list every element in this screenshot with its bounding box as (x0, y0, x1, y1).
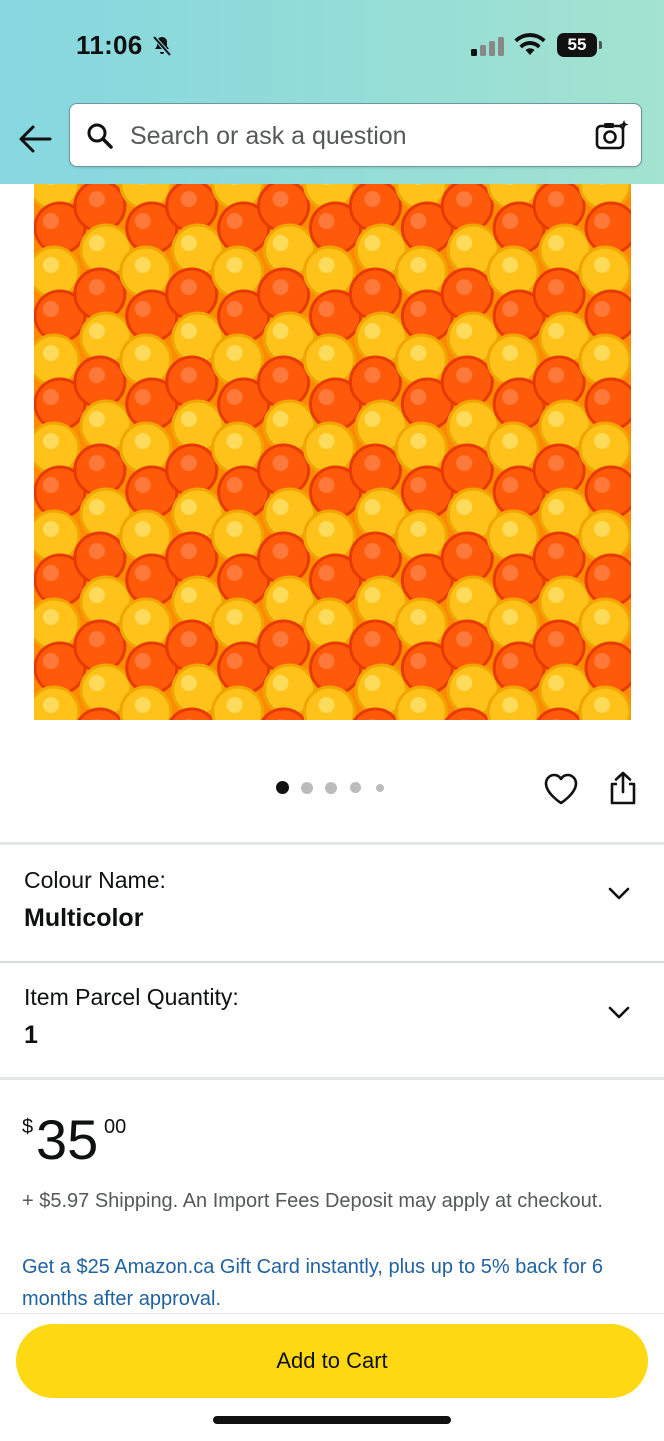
status-time: 11:06 (76, 30, 143, 60)
price-currency-symbol: $ (22, 1116, 34, 1138)
variation-label: Colour Name: (24, 867, 166, 893)
search-icon (87, 123, 113, 149)
battery-indicator: 55 (557, 33, 603, 57)
bell-muted-icon (152, 35, 172, 57)
colour-name-selector[interactable]: Colour Name: Multicolor (0, 845, 664, 961)
search-input[interactable] (128, 114, 582, 158)
variation-label: Item Parcel Quantity: (24, 984, 239, 1010)
shipping-info: + $5.97 Shipping. An Import Fees Deposit… (22, 1190, 603, 1212)
battery-tip (599, 41, 602, 49)
search-bar[interactable] (69, 103, 642, 167)
wifi-icon (514, 33, 546, 55)
share-icon[interactable] (607, 770, 639, 806)
carousel-dot[interactable] (301, 782, 313, 794)
add-to-cart-button[interactable]: Add to Cart (16, 1324, 648, 1398)
divider (0, 1077, 664, 1080)
carousel-dot[interactable] (276, 781, 289, 794)
back-arrow-icon[interactable] (18, 124, 52, 154)
heart-icon[interactable] (543, 772, 579, 806)
top-header: 11:06 55 (0, 0, 664, 184)
variation-value: Multicolor (24, 904, 144, 932)
chevron-down-icon (608, 887, 630, 900)
variation-value: 1 (24, 1021, 38, 1049)
carousel-dot[interactable] (325, 782, 337, 794)
carousel-dot[interactable] (350, 782, 361, 793)
price-whole: 35 (36, 1108, 99, 1171)
price-fraction: 00 (104, 1116, 127, 1138)
item-parcel-quantity-selector[interactable]: Item Parcel Quantity: 1 (0, 963, 664, 1077)
chevron-down-icon (608, 1006, 630, 1019)
carousel-dot[interactable] (376, 784, 384, 792)
gift-card-offer-link[interactable]: Get a $25 Amazon.ca Gift Card instantly,… (22, 1251, 632, 1315)
cellular-signal-icon (471, 37, 504, 56)
home-indicator (213, 1416, 451, 1424)
product-image[interactable] (34, 184, 631, 720)
marigold-garland-image (34, 184, 631, 720)
battery-level: 55 (557, 33, 597, 57)
camera-search-icon[interactable] (594, 118, 630, 154)
